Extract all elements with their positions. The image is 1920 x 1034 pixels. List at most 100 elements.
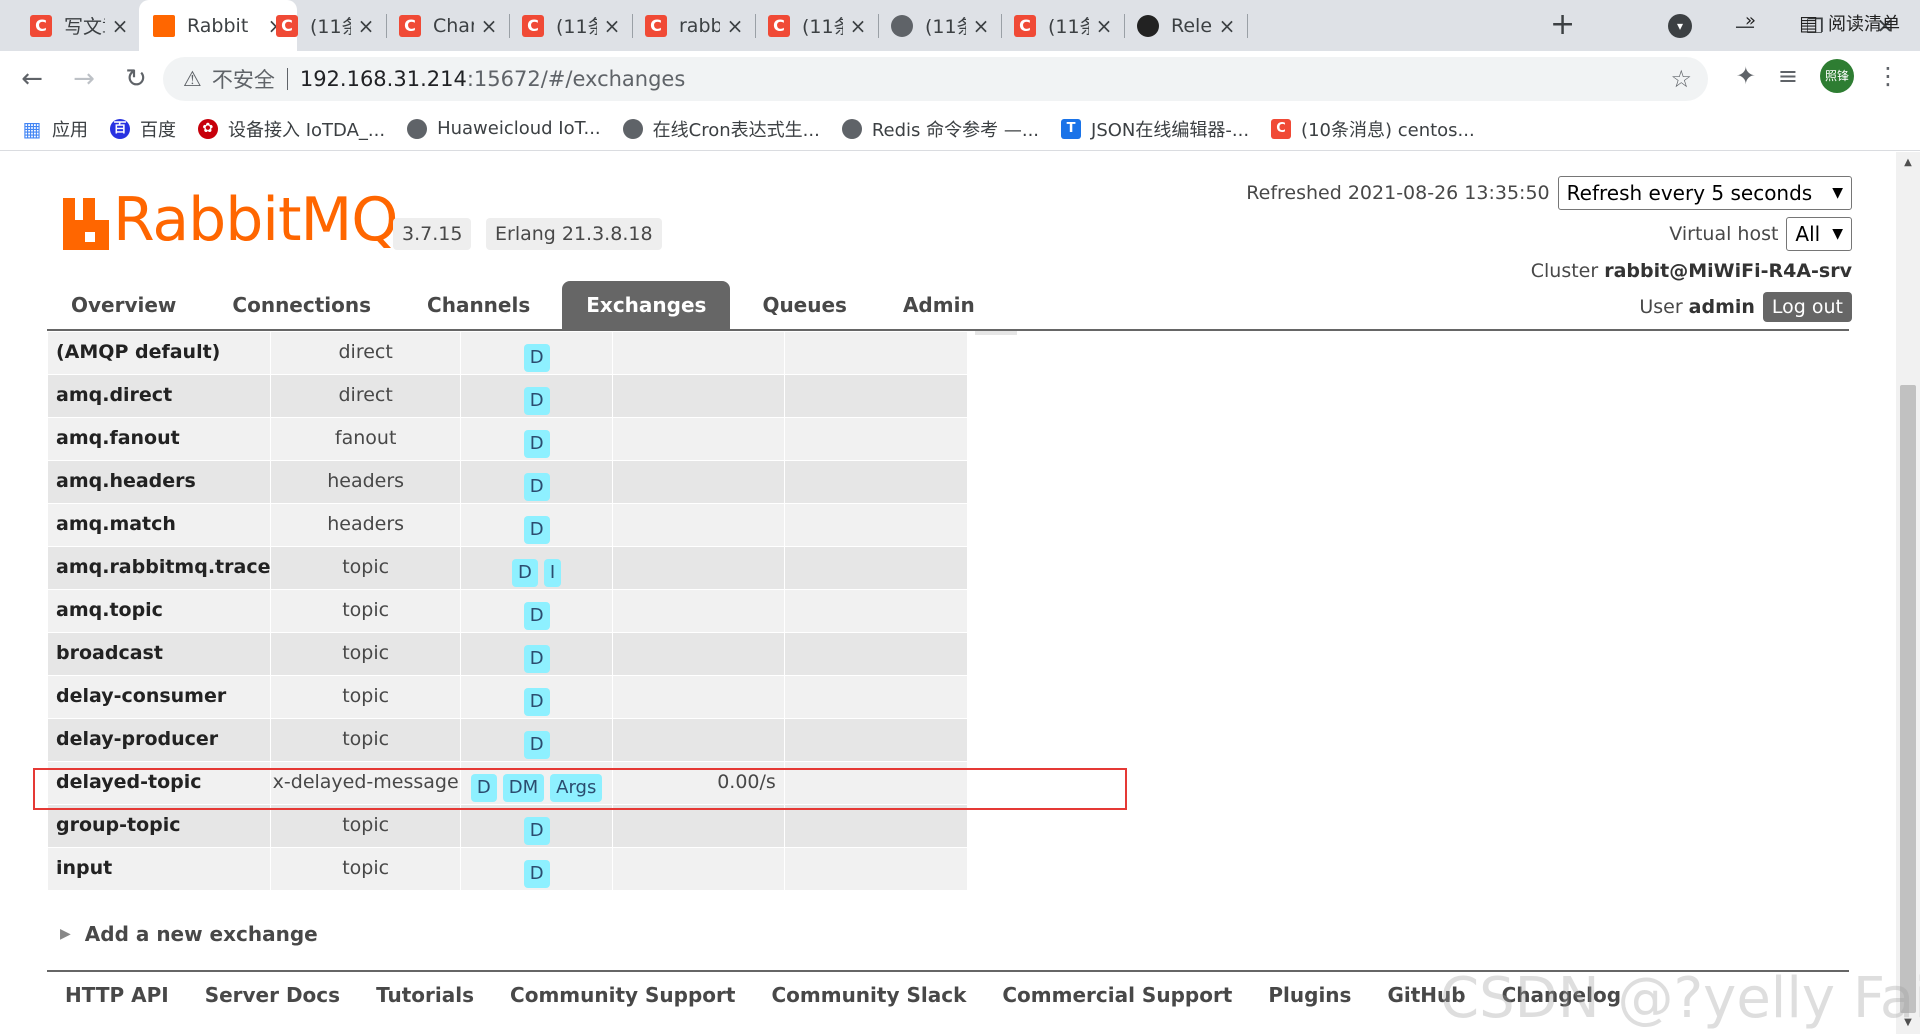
table-row[interactable]: group-topic topic D (46, 804, 969, 848)
footer-link-plugins[interactable]: Plugins (1250, 983, 1369, 1007)
avatar[interactable]: 照锋 (1820, 59, 1854, 93)
tab-connections[interactable]: Connections (208, 281, 395, 330)
exchange-name-link[interactable]: amq.match (46, 503, 272, 547)
footer-link-community-support[interactable]: Community Support (492, 983, 753, 1007)
toolbar-actions: ✦ ≡ 照锋 ⋮ (1736, 59, 1900, 93)
close-tab-icon[interactable]: × (966, 14, 996, 38)
tab-channels[interactable]: Channels (403, 281, 554, 330)
footer-link-server-docs[interactable]: Server Docs (187, 983, 358, 1007)
table-row[interactable]: amq.topic topic D (46, 589, 969, 633)
table-row[interactable]: amq.rabbitmq.trace topic D I (46, 546, 969, 590)
tab-exchanges[interactable]: Exchanges (562, 281, 731, 330)
logout-button[interactable]: Log out (1762, 292, 1852, 322)
virtual-host-select[interactable]: All ▼ (1786, 217, 1852, 251)
table-row[interactable]: delay-consumer topic D (46, 675, 969, 719)
close-tab-icon[interactable]: × (474, 14, 504, 38)
bookmark-star-icon[interactable]: ☆ (1670, 65, 1692, 93)
exchange-name-link[interactable]: amq.topic (46, 589, 272, 633)
forward-icon[interactable]: → (64, 59, 104, 99)
close-tab-icon[interactable]: × (1212, 14, 1242, 38)
exchange-name-link[interactable]: amq.headers (46, 460, 272, 504)
exchange-features: D (459, 589, 614, 633)
scroll-up-icon[interactable]: ▲ (1896, 152, 1920, 174)
close-tab-icon[interactable]: × (1089, 14, 1119, 38)
exchange-name-link[interactable]: group-topic (46, 804, 272, 848)
add-exchange-toggle[interactable]: ▶ Add a new exchange (60, 922, 318, 946)
url-path: :15672/#/exchanges (466, 67, 686, 91)
bookmark-item[interactable]: ▦ 应用 (22, 116, 88, 142)
table-row[interactable]: delay-producer topic D (46, 718, 969, 762)
tab-overview[interactable]: Overview (47, 281, 200, 330)
bookmark-item[interactable]: Huaweicloud IoT... (407, 118, 601, 139)
page-scrollbar[interactable]: ▲ ▼ (1896, 152, 1920, 1034)
media-icon[interactable]: ≡ (1778, 62, 1798, 90)
table-row[interactable]: broadcast topic D (46, 632, 969, 676)
exchange-name-link[interactable]: (AMQP default) (46, 331, 272, 375)
exchange-type: headers (270, 460, 461, 504)
close-tab-icon[interactable]: × (843, 14, 873, 38)
table-row[interactable]: amq.headers headers D (46, 460, 969, 504)
exchange-name-link[interactable]: delay-consumer (46, 675, 272, 719)
table-row[interactable]: delayed-topic x-delayed-message D DM Args 0.0… (46, 761, 969, 805)
close-tab-icon[interactable]: × (720, 14, 750, 38)
feature-badge: I (543, 559, 562, 587)
exchange-name-link[interactable]: delay-producer (46, 718, 272, 762)
new-tab-button[interactable]: + (1550, 10, 1575, 40)
footer-link-http-api[interactable]: HTTP API (47, 983, 187, 1007)
browser-tab[interactable]: C (11条消× (754, 0, 879, 51)
bookmark-item[interactable]: ✿ 设备接入 IoTDA_... (198, 116, 385, 142)
browser-tab[interactable]: C (11条消× (262, 0, 387, 51)
refresh-interval-select[interactable]: Refresh every 5 seconds ▼ (1557, 176, 1852, 210)
exchange-type: direct (270, 331, 461, 375)
table-row[interactable]: (AMQP default) direct D (46, 331, 969, 375)
table-row[interactable]: amq.match headers D (46, 503, 969, 547)
browser-tab[interactable]: C (11条消× (1000, 0, 1125, 51)
table-row[interactable]: input topic D (46, 847, 969, 891)
feature-badge: D (470, 774, 497, 802)
close-tab-icon[interactable]: × (105, 14, 135, 38)
bookmark-item[interactable]: T JSON在线编辑器-... (1061, 116, 1249, 142)
scrollbar-thumb[interactable] (1900, 385, 1916, 1013)
tab-queues[interactable]: Queues (738, 281, 871, 330)
bookmark-item[interactable]: 百百度 (110, 116, 176, 142)
feature-badge: D (523, 817, 550, 845)
footer-link-tutorials[interactable]: Tutorials (358, 983, 492, 1007)
bookmark-item[interactable]: 在线Cron表达式生... (622, 116, 820, 142)
extensions-icon[interactable]: ✦ (1736, 62, 1756, 90)
exchange-name-link[interactable]: amq.direct (46, 374, 272, 418)
browser-tab[interactable]: C 写文章× (16, 0, 141, 51)
message-rate-out (783, 460, 969, 504)
table-row[interactable]: amq.fanout fanout D (46, 417, 969, 461)
browser-tab[interactable]: C Chann× (385, 0, 510, 51)
browser-tab[interactable]: (11条消× (877, 0, 1002, 51)
reload-icon[interactable]: ↻ (116, 59, 156, 99)
exchange-name-link[interactable]: input (46, 847, 272, 891)
feature-badge: D (523, 645, 550, 673)
exchange-name-link[interactable]: delayed-topic (46, 761, 272, 805)
footer-link-community-slack[interactable]: Community Slack (753, 983, 984, 1007)
table-row[interactable]: amq.direct direct D (46, 374, 969, 418)
rabbitmq-logo[interactable]: RabbitMQ (63, 188, 398, 250)
globe-icon (622, 118, 643, 139)
tab-search-icon[interactable]: ▾ (1668, 14, 1692, 38)
exchange-name-link[interactable]: amq.rabbitmq.trace (46, 546, 272, 590)
tab-title: (11条消 (556, 16, 597, 38)
menu-icon[interactable]: ⋮ (1876, 62, 1900, 90)
back-icon[interactable]: ← (12, 59, 52, 99)
bookmarks-more-button[interactable]: » (1745, 10, 1756, 31)
close-tab-icon[interactable]: × (597, 14, 627, 38)
close-tab-icon[interactable]: × (351, 14, 381, 38)
browser-tab[interactable]: Crabbit× (631, 0, 756, 51)
exchange-name-link[interactable]: broadcast (46, 632, 272, 676)
address-bar[interactable]: ⚠ 不安全 192.168.31.214 :15672/#/exchanges … (163, 57, 1708, 101)
reading-list-button[interactable]: ▤ 阅读清单 (1799, 10, 1900, 36)
bookmark-item[interactable]: Redis 命令参考 —... (841, 116, 1039, 142)
tab-admin[interactable]: Admin (879, 281, 999, 330)
exchange-type: x-delayed-message (270, 761, 461, 805)
exchange-name-link[interactable]: amq.fanout (46, 417, 272, 461)
browser-tab[interactable]: Releas× (1123, 0, 1248, 51)
logo-text: RabbitMQ (113, 185, 398, 255)
footer-link-commercial-support[interactable]: Commercial Support (984, 983, 1250, 1007)
browser-tab[interactable]: C (11条消× (508, 0, 633, 51)
bookmark-item[interactable]: C (10条消息) centos... (1271, 116, 1475, 142)
